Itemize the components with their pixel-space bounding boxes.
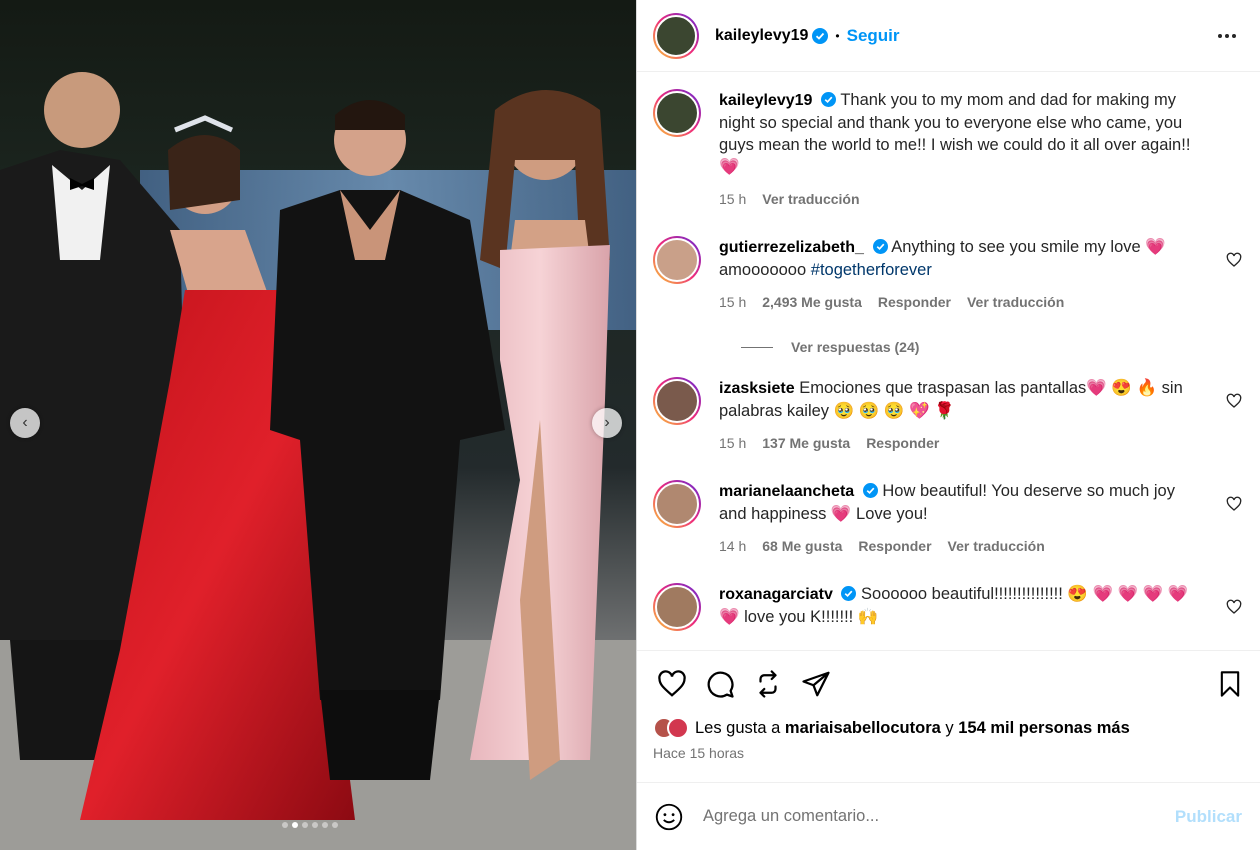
post-timestamp[interactable]: Hace 15 horas	[653, 745, 1244, 761]
reply-button[interactable]: Responder	[866, 432, 939, 454]
carousel-dot	[282, 822, 288, 828]
hashtag-link[interactable]: #togetherforever	[811, 261, 932, 279]
replies-line	[741, 346, 773, 348]
comment-meta: 15 h 137 Me gusta Responder	[719, 432, 1199, 454]
publish-button[interactable]: Publicar	[1175, 807, 1242, 827]
post-actions: Les gusta a mariaisabellocutora y 154 mi…	[637, 650, 1260, 782]
commenter-avatar[interactable]	[653, 583, 701, 631]
verified-badge-icon	[812, 27, 829, 44]
comment-item: gutierrezelizabeth_ Anything to see you …	[653, 236, 1244, 313]
comment-icon[interactable]	[705, 669, 735, 699]
like-comment-heart-icon[interactable]	[1226, 599, 1242, 615]
liker-username[interactable]: mariaisabellocutora	[785, 719, 941, 738]
reply-button[interactable]: Responder	[878, 291, 951, 313]
like-comment-heart-icon[interactable]	[1226, 496, 1242, 512]
caption-text-block: kaileylevy19 Thank you to my mom and dad…	[719, 89, 1199, 178]
more-options-icon[interactable]	[1218, 33, 1244, 38]
comment-username[interactable]: gutierrezelizabeth_	[719, 239, 864, 256]
heart-emoji: 💗	[719, 158, 740, 176]
verified-badge-icon	[872, 239, 888, 254]
comment-item: izasksiete Emociones que traspasan las p…	[653, 377, 1244, 454]
comment-input[interactable]	[703, 807, 1143, 826]
comment-item: marianelaancheta How beautiful! You dese…	[653, 480, 1244, 557]
commenter-avatar[interactable]	[653, 377, 701, 425]
comment-meta: 14 h 68 Me gusta Responder Ver traducció…	[719, 535, 1199, 557]
carousel-dot-active	[292, 822, 298, 828]
header-separator: •	[835, 28, 840, 43]
comment-time: 15 h	[719, 435, 747, 451]
comment-meta: 15 h 2,493 Me gusta Responder Ver traduc…	[719, 291, 1199, 313]
comment-item: roxanagarciatv Soooooo beautiful!!!!!!!!…	[653, 583, 1244, 631]
like-comment-heart-icon[interactable]	[1226, 252, 1242, 268]
commenter-avatar[interactable]	[653, 480, 701, 528]
chevron-left-icon: ‹	[22, 414, 28, 431]
carousel-dot	[322, 822, 328, 828]
comment-text-block: marianelaancheta How beautiful! You dese…	[719, 480, 1199, 525]
likes-connector: y	[945, 718, 954, 737]
instagram-post: ‹ › kaileylevy19 • Seguir kaileylevy19 T…	[0, 0, 1260, 850]
follow-button[interactable]: Seguir	[847, 26, 900, 46]
verified-badge-icon	[841, 586, 857, 601]
author-avatar[interactable]	[653, 89, 701, 137]
like-heart-icon[interactable]	[657, 669, 687, 699]
action-icons	[653, 651, 1244, 717]
comment-text-block: roxanagarciatv Soooooo beautiful!!!!!!!!…	[719, 583, 1199, 628]
comment-time: 15 h	[719, 191, 747, 207]
comment-likes[interactable]: 137 Me gusta	[762, 432, 850, 454]
comment-likes[interactable]: 68 Me gusta	[762, 535, 842, 557]
post-photo	[0, 0, 636, 850]
comment-username[interactable]: izasksiete	[719, 380, 795, 397]
likes-prefix: Les gusta a	[695, 718, 781, 737]
comment-time: 14 h	[719, 538, 747, 554]
likes-count[interactable]: 154 mil personas más	[958, 719, 1130, 738]
carousel-dot	[312, 822, 318, 828]
caption-username[interactable]: kaileylevy19	[719, 92, 812, 109]
add-comment-bar: Publicar	[637, 782, 1260, 850]
comment-text-block: izasksiete Emociones que traspasan las p…	[719, 377, 1199, 422]
translate-link[interactable]: Ver traducción	[967, 291, 1064, 313]
verified-badge-icon	[821, 92, 837, 107]
view-replies-label: Ver respuestas (24)	[791, 339, 920, 355]
carousel-dot	[332, 822, 338, 828]
post-side-panel: kaileylevy19 • Seguir kaileylevy19 Thank…	[636, 0, 1260, 850]
likes-summary: Les gusta a mariaisabellocutora y 154 mi…	[653, 717, 1244, 739]
verified-badge-icon	[862, 483, 878, 498]
repost-icon[interactable]	[753, 669, 783, 699]
view-replies-button[interactable]: Ver respuestas (24)	[741, 339, 1244, 355]
commenter-avatar[interactable]	[653, 236, 701, 284]
comment-username[interactable]: marianelaancheta	[719, 483, 854, 500]
post-media: ‹ ›	[0, 0, 636, 850]
next-image-button[interactable]: ›	[592, 408, 622, 438]
caption: kaileylevy19 Thank you to my mom and dad…	[653, 89, 1244, 210]
carousel-dot	[302, 822, 308, 828]
share-send-icon[interactable]	[801, 669, 831, 699]
comment-likes[interactable]: 2,493 Me gusta	[762, 291, 862, 313]
carousel-indicator	[282, 822, 338, 828]
comments-list: kaileylevy19 Thank you to my mom and dad…	[637, 73, 1260, 649]
translate-link[interactable]: Ver traducción	[948, 535, 1045, 557]
bookmark-icon[interactable]	[1216, 669, 1244, 699]
reply-button[interactable]: Responder	[858, 535, 931, 557]
chevron-right-icon: ›	[604, 414, 610, 431]
liker-avatar[interactable]	[667, 717, 689, 739]
emoji-picker-icon[interactable]	[655, 803, 683, 831]
post-header: kaileylevy19 • Seguir	[637, 0, 1260, 72]
caption-meta: 15 h Ver traducción	[719, 188, 1199, 210]
comment-text-block: gutierrezelizabeth_ Anything to see you …	[719, 236, 1199, 281]
previous-image-button[interactable]: ‹	[10, 408, 40, 438]
comment-username[interactable]: roxanagarciatv	[719, 586, 833, 603]
translate-link[interactable]: Ver traducción	[762, 188, 859, 210]
like-comment-heart-icon[interactable]	[1226, 393, 1242, 409]
author-avatar[interactable]	[653, 12, 699, 59]
author-username[interactable]: kaileylevy19	[715, 27, 808, 45]
comment-time: 15 h	[719, 294, 747, 310]
